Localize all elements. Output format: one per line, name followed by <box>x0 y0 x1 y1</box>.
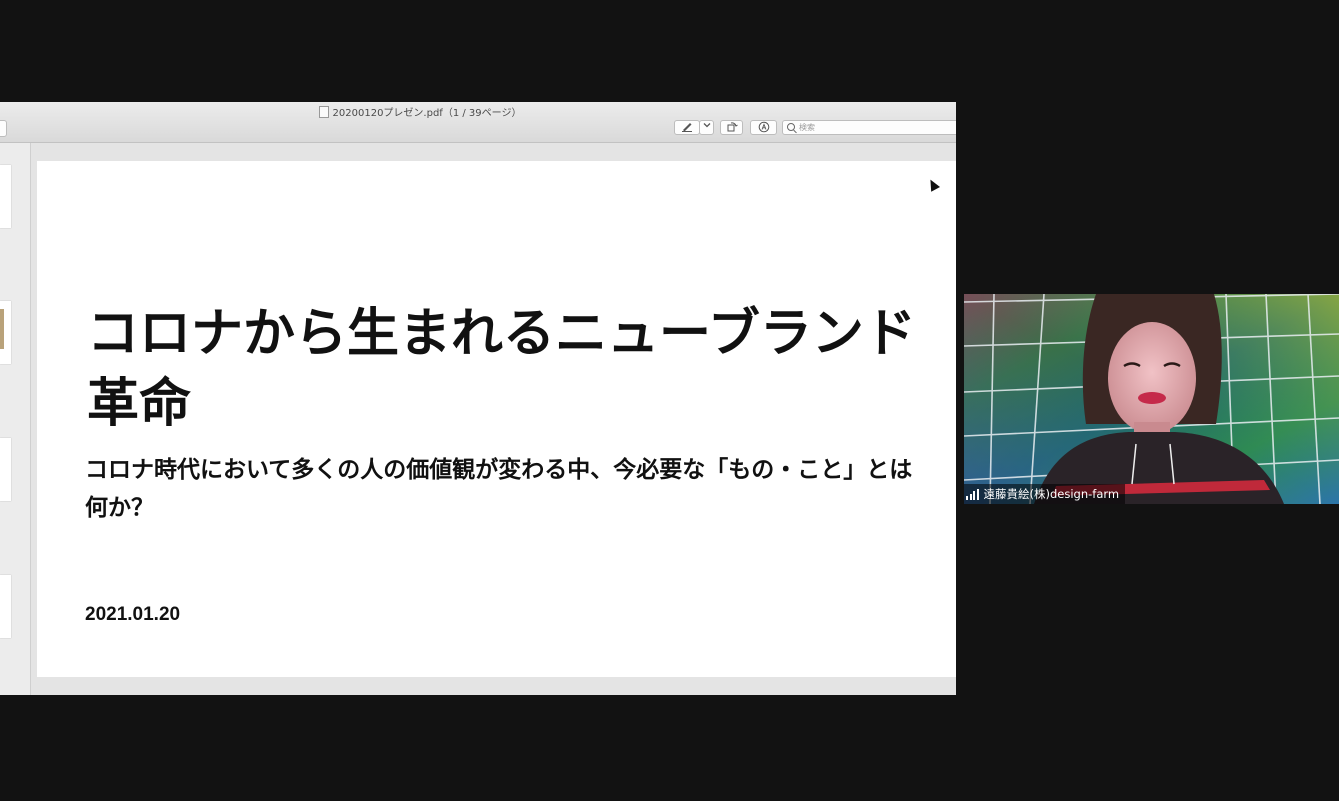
window-title-text: 20200120プレゼン.pdf（1 / 39ページ） <box>332 108 522 119</box>
pdf-file-icon <box>318 106 329 118</box>
window-titlebar[interactable]: 20200120プレゼン.pdf（1 / 39ページ） 検索 <box>0 102 956 143</box>
thumbnail-image <box>0 309 4 349</box>
page-thumbnail[interactable] <box>0 165 11 228</box>
search-icon <box>787 123 795 131</box>
participant-name: 遠藤貴絵(株)design-farm <box>983 487 1120 501</box>
page-thumbnail[interactable] <box>0 301 11 364</box>
page-thumbnail[interactable] <box>0 438 11 501</box>
document-area[interactable]: コロナから生まれるニューブランド革命 コロナ時代において多くの人の価値観が変わる… <box>31 143 956 695</box>
page-thumbnail[interactable] <box>0 575 11 638</box>
annotate-button[interactable] <box>750 120 777 135</box>
shared-screen-pdf-viewer[interactable]: 20200120プレゼン.pdf（1 / 39ページ） 検索 コロナから生まれる… <box>0 102 956 695</box>
markup-circle-icon <box>758 121 769 133</box>
search-input[interactable]: 検索 <box>782 120 956 135</box>
markup-button[interactable] <box>674 120 700 135</box>
signal-strength-icon <box>966 488 979 500</box>
thumbnail-sidebar[interactable] <box>0 143 31 695</box>
search-placeholder: 検索 <box>799 123 815 132</box>
slide-subtitle: コロナ時代において多くの人の価値観が変わる中、今必要な「もの・こと」とは何か？ <box>85 457 913 521</box>
rotate-button[interactable] <box>720 120 743 135</box>
markup-menu-button[interactable] <box>699 120 714 135</box>
rotate-icon <box>727 122 738 132</box>
sidebar-toggle-button[interactable] <box>0 120 7 137</box>
participant-video-feed <box>964 294 1339 504</box>
participant-name-label: 遠藤貴絵(株)design-farm <box>964 484 1126 504</box>
meeting-screen: 20200120プレゼン.pdf（1 / 39ページ） 検索 コロナから生まれる… <box>0 0 1339 801</box>
slide-page: コロナから生まれるニューブランド革命 コロナ時代において多くの人の価値観が変わる… <box>37 161 956 677</box>
pen-icon <box>682 123 692 132</box>
slide-date: 2021.01.20 <box>85 604 181 625</box>
slide-title: コロナから生まれるニューブランド革命 <box>87 304 916 434</box>
participant-video-tile[interactable]: 遠藤貴絵(株)design-farm <box>964 294 1339 504</box>
chevron-down-icon <box>703 123 710 128</box>
window-title: 20200120プレゼン.pdf（1 / 39ページ） <box>0 104 840 119</box>
